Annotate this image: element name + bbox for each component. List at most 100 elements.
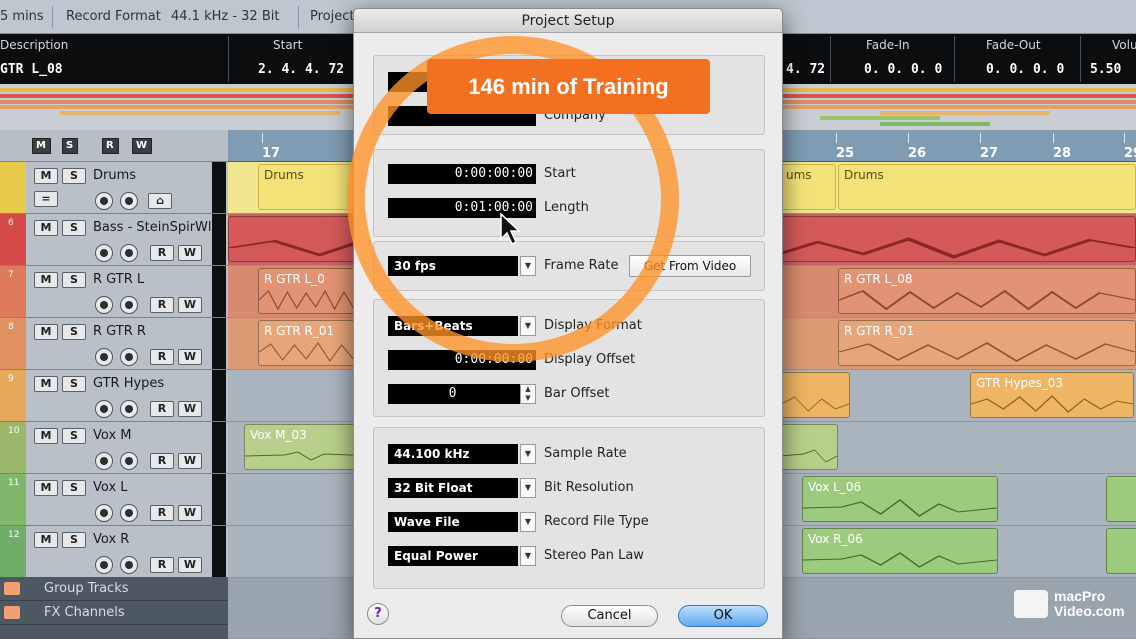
read-automation-button[interactable]: R <box>150 401 174 417</box>
event-vox-r[interactable] <box>1106 528 1136 574</box>
mute-button[interactable]: M <box>34 272 58 288</box>
chevron-down-icon[interactable]: ▼ <box>520 444 536 464</box>
write-automation-button[interactable]: W <box>178 349 202 365</box>
write-automation-button[interactable]: W <box>178 401 202 417</box>
stepper-icon[interactable]: ▲ ▼ <box>520 384 536 404</box>
event-r-gtr-r[interactable]: R GTR R_01 <box>838 320 1136 366</box>
info-fade-out-value[interactable]: 0. 0. 0. 0 <box>986 62 1064 77</box>
read-automation-button[interactable]: R <box>150 349 174 365</box>
info-description-value[interactable]: GTR L_08 <box>0 62 63 77</box>
solo-button[interactable]: S <box>62 324 86 340</box>
solo-button[interactable]: S <box>62 428 86 444</box>
frame-rate-select[interactable]: 30 fps <box>388 256 518 276</box>
track-name[interactable]: Bass - SteinSpirWl <box>93 220 211 235</box>
track-name[interactable]: Vox L <box>93 480 211 495</box>
track-vox-r[interactable]: 12 M S Vox R R W <box>0 526 228 578</box>
event-vox-m[interactable] <box>780 424 838 470</box>
record-enable-icon[interactable] <box>95 504 113 522</box>
chevron-down-icon[interactable]: ▼ <box>520 546 536 566</box>
read-automation-button[interactable]: R <box>150 557 174 573</box>
track-r-gtr-r[interactable]: 8 M S R GTR R R W <box>0 318 228 370</box>
info-fade-in-value[interactable]: 0. 0. 0. 0 <box>864 62 942 77</box>
mute-button[interactable]: M <box>34 428 58 444</box>
bar-offset-field[interactable]: 0 <box>388 384 520 404</box>
monitor-icon[interactable] <box>120 296 138 314</box>
track-bass[interactable]: 6 M S Bass - SteinSpirWl R W <box>0 214 228 266</box>
global-solo-button[interactable]: S <box>62 138 79 154</box>
stereo-pan-law-select[interactable]: Equal Power <box>388 546 518 566</box>
write-automation-button[interactable]: W <box>178 557 202 573</box>
record-enable-icon[interactable] <box>95 452 113 470</box>
track-name[interactable]: Drums <box>93 168 211 183</box>
write-automation-button[interactable]: W <box>178 297 202 313</box>
fx-channels-folder[interactable]: FX Channels <box>0 601 228 625</box>
track-drums[interactable]: M S Drums = ⌂ <box>0 162 228 214</box>
info-volume-value[interactable]: 5.50 <box>1090 62 1121 77</box>
track-name[interactable]: R GTR L <box>93 272 211 287</box>
track-vox-m[interactable]: 10 M S Vox M R W <box>0 422 228 474</box>
ok-button[interactable]: OK <box>678 605 768 627</box>
record-format-value[interactable]: 44.1 kHz - 32 Bit <box>171 9 279 24</box>
solo-button[interactable]: S <box>62 168 86 184</box>
event-vox-l[interactable] <box>1106 476 1136 522</box>
mute-button[interactable]: M <box>34 532 58 548</box>
chevron-down-icon[interactable]: ▼ <box>520 256 536 276</box>
monitor-icon[interactable] <box>120 192 138 210</box>
track-name[interactable]: R GTR R <box>93 324 211 339</box>
monitor-icon[interactable] <box>120 400 138 418</box>
global-read-button[interactable]: R <box>102 138 119 154</box>
monitor-icon[interactable] <box>120 452 138 470</box>
solo-button[interactable]: S <box>62 532 86 548</box>
write-automation-button[interactable]: W <box>178 245 202 261</box>
event-r-gtr-l[interactable]: R GTR L_08 <box>838 268 1136 314</box>
solo-button[interactable]: S <box>62 480 86 496</box>
bit-resolution-select[interactable]: 32 Bit Float <box>388 478 518 498</box>
mute-button[interactable]: M <box>34 376 58 392</box>
event-drums[interactable]: Drums <box>838 164 1136 210</box>
event-gtr-hypes[interactable] <box>780 372 850 418</box>
event-vox-r[interactable]: Vox R_06 <box>802 528 998 574</box>
folder-menu-button[interactable]: = <box>34 191 58 207</box>
chevron-down-icon[interactable]: ▼ <box>520 512 536 532</box>
info-start-value-right[interactable]: 4. 72 <box>786 62 825 77</box>
read-automation-button[interactable]: R <box>150 297 174 313</box>
get-from-video-button[interactable]: Get From Video <box>629 255 751 277</box>
track-gtr-hypes[interactable]: 9 M S GTR Hypes R W <box>0 370 228 422</box>
mute-button[interactable]: M <box>34 480 58 496</box>
monitor-icon[interactable] <box>120 504 138 522</box>
solo-button[interactable]: S <box>62 220 86 236</box>
group-tracks-folder[interactable]: Group Tracks <box>0 577 228 601</box>
track-name[interactable]: Vox M <box>93 428 211 443</box>
start-field[interactable]: 0:00:00:00 <box>388 164 536 184</box>
record-enable-icon[interactable] <box>95 296 113 314</box>
track-name[interactable]: GTR Hypes <box>93 376 211 391</box>
chevron-down-icon[interactable]: ▼ <box>520 316 536 336</box>
monitor-icon[interactable] <box>120 244 138 262</box>
record-enable-icon[interactable] <box>95 348 113 366</box>
sample-rate-select[interactable]: 44.100 kHz <box>388 444 518 464</box>
record-file-type-select[interactable]: Wave File <box>388 512 518 532</box>
event-vox-l[interactable]: Vox L_06 <box>802 476 998 522</box>
track-r-gtr-l[interactable]: 7 M S R GTR L R W <box>0 266 228 318</box>
info-start-value[interactable]: 2. 4. 4. 72 <box>258 62 344 77</box>
record-enable-icon[interactable] <box>95 244 113 262</box>
write-automation-button[interactable]: W <box>178 453 202 469</box>
track-vox-l[interactable]: 11 M S Vox L R W <box>0 474 228 526</box>
display-offset-field[interactable]: 0:00:00:00 <box>388 350 536 370</box>
monitor-icon[interactable] <box>120 556 138 574</box>
global-write-button[interactable]: W <box>132 138 153 154</box>
record-enable-icon[interactable] <box>95 400 113 418</box>
solo-button[interactable]: S <box>62 376 86 392</box>
lock-icon[interactable]: ⌂ <box>148 193 172 209</box>
record-enable-icon[interactable] <box>95 556 113 574</box>
event-drums[interactable]: ums <box>780 164 836 210</box>
monitor-icon[interactable] <box>120 348 138 366</box>
display-format-select[interactable]: Bars+Beats <box>388 316 518 336</box>
help-button[interactable]: ? <box>367 603 389 625</box>
dialog-title[interactable]: Project Setup <box>354 9 782 33</box>
event-gtr-hypes[interactable]: GTR Hypes_03 <box>970 372 1134 418</box>
mute-button[interactable]: M <box>34 168 58 184</box>
read-automation-button[interactable]: R <box>150 505 174 521</box>
global-mute-button[interactable]: M <box>32 138 51 154</box>
read-automation-button[interactable]: R <box>150 453 174 469</box>
